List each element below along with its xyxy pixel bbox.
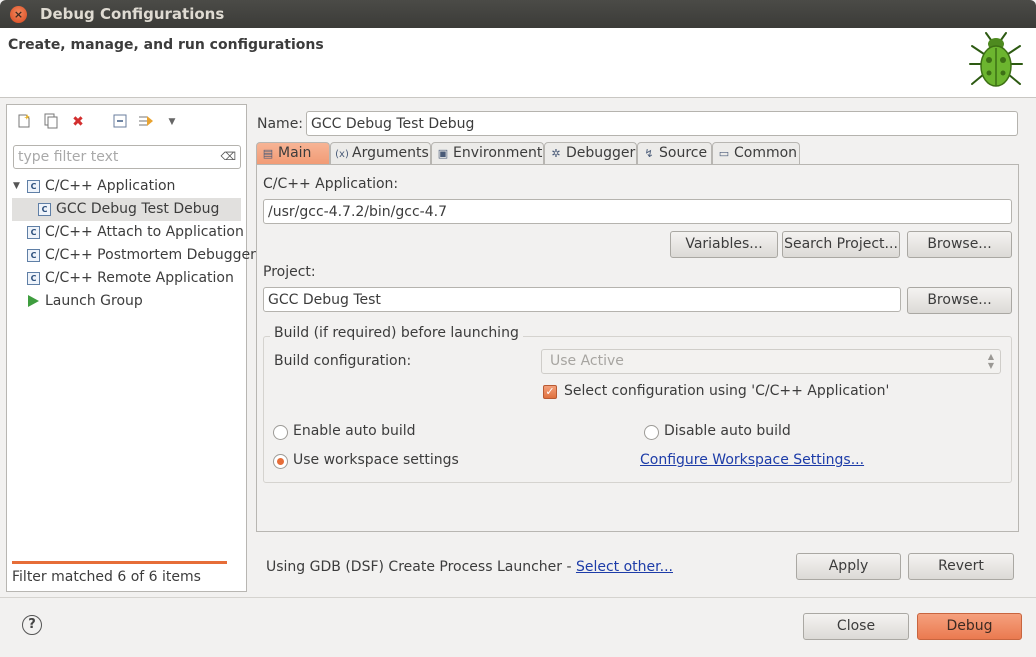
variables-button[interactable]: Variables...: [670, 231, 778, 258]
search-project-button[interactable]: Search Project...: [782, 231, 900, 258]
debugger-tab-icon: ✲: [551, 147, 561, 160]
arguments-tab-icon: (x): [335, 149, 349, 160]
filter-input[interactable]: [14, 146, 214, 168]
browse-project-button[interactable]: Browse...: [907, 287, 1012, 314]
build-options-group: Build (if required) before launching Bui…: [263, 325, 1012, 483]
tab-label: Arguments: [352, 145, 429, 161]
enable-auto-build-radio[interactable]: [273, 425, 288, 440]
tree-item-attach-to-application[interactable]: C C/C++ Attach to Application: [7, 221, 246, 244]
tab-label: Common: [734, 145, 798, 161]
apply-button[interactable]: Apply: [796, 553, 901, 580]
configuration-tree: ▼ C C/C++ Application C GCC Debug Test D…: [7, 175, 256, 313]
filter-status-bar: [12, 561, 227, 564]
launcher-info: Using GDB (DSF) Create Process Launcher …: [266, 559, 673, 575]
disable-auto-build-label: Disable auto build: [664, 423, 791, 439]
c-file-icon: C: [27, 226, 40, 239]
debug-bug-icon: [969, 32, 1023, 87]
tab-label: Debugger: [566, 145, 636, 161]
select-other-launcher-link[interactable]: Select other...: [576, 559, 673, 575]
tree-item-label: GCC Debug Test Debug: [56, 201, 220, 217]
project-label: Project:: [263, 264, 316, 280]
duplicate-configuration-icon[interactable]: [42, 113, 60, 131]
tab-label: Main: [278, 145, 312, 161]
tab-main[interactable]: ▤ Main: [256, 142, 330, 165]
select-configuration-checkbox[interactable]: ✓: [543, 385, 557, 399]
dialog-header: Create, manage, and run configurations: [0, 28, 1036, 98]
main-tab-icon: ▤: [262, 147, 274, 160]
tab-label: Source: [659, 145, 708, 161]
use-workspace-settings-radio[interactable]: [273, 454, 288, 469]
expand-arrow-icon[interactable]: ▼: [13, 175, 20, 198]
common-tab-icon: ▭: [718, 147, 730, 160]
tab-common[interactable]: ▭ Common: [712, 142, 800, 164]
tree-item-launch-group[interactable]: Launch Group: [7, 290, 246, 313]
debug-button[interactable]: Debug: [917, 613, 1022, 640]
c-file-icon: C: [27, 272, 40, 285]
tab-label: Environment: [453, 145, 543, 161]
filter-box: ⌫: [13, 145, 241, 169]
name-label: Name:: [257, 116, 304, 132]
tree-item-cpp-application[interactable]: ▼ C C/C++ Application: [7, 175, 246, 198]
project-input[interactable]: [263, 287, 901, 312]
configuration-tree-panel: ✖ ▼ ⌫ ▼ C C/C++ Application C GCC Debug …: [6, 104, 256, 592]
tab-environment[interactable]: ▣ Environment: [431, 142, 544, 164]
select-configuration-label: Select configuration using 'C/C++ Applic…: [564, 383, 890, 399]
enable-auto-build-label: Enable auto build: [293, 423, 416, 439]
tab-source[interactable]: ↯ Source: [637, 142, 712, 164]
filter-status: Filter matched 6 of 6 items: [12, 561, 227, 591]
clear-filter-icon[interactable]: ⌫: [220, 150, 236, 163]
name-input[interactable]: [306, 111, 1018, 136]
tree-item-label: C/C++ Attach to Application: [45, 224, 244, 240]
tree-item-label: C/C++ Remote Application: [45, 270, 234, 286]
tree-item-label: Launch Group: [45, 293, 143, 309]
revert-button[interactable]: Revert: [908, 553, 1014, 580]
spinner-arrows-icon: ▲ ▼: [987, 352, 994, 370]
application-label: C/C++ Application:: [263, 176, 399, 192]
close-button[interactable]: Close: [803, 613, 909, 640]
build-configuration-select[interactable]: Use Active ▲ ▼: [541, 349, 1001, 374]
filter-configurations-icon[interactable]: [137, 113, 155, 131]
window-close-button[interactable]: ×: [10, 6, 27, 23]
filter-status-text: Filter matched 6 of 6 items: [12, 569, 201, 585]
tree-item-postmortem-debugger[interactable]: C C/C++ Postmortem Debugger: [7, 244, 256, 267]
dialog-heading: Create, manage, and run configurations: [8, 37, 324, 53]
window-title: Debug Configurations: [40, 5, 225, 23]
collapse-all-icon[interactable]: [111, 113, 129, 131]
launcher-text: Using GDB (DSF) Create Process Launcher …: [266, 559, 576, 575]
tree-toolbar: ✖ ▼: [7, 105, 246, 139]
tree-item-remote-application[interactable]: C C/C++ Remote Application: [7, 267, 246, 290]
use-workspace-settings-label: Use workspace settings: [293, 452, 459, 468]
new-configuration-icon[interactable]: [15, 113, 33, 131]
footer-separator: [0, 597, 1036, 598]
tree-item-label: C/C++ Postmortem Debugger: [45, 247, 256, 263]
build-configuration-label: Build configuration:: [274, 353, 412, 369]
configure-workspace-settings-link[interactable]: Configure Workspace Settings...: [640, 452, 864, 468]
browse-application-button[interactable]: Browse...: [907, 231, 1012, 258]
play-icon: [28, 295, 39, 307]
filter-menu-chevron-down-icon[interactable]: ▼: [163, 113, 181, 131]
c-file-icon: C: [27, 180, 40, 193]
application-path-input[interactable]: [263, 199, 1012, 224]
tab-arguments[interactable]: (x) Arguments: [330, 142, 431, 164]
source-tab-icon: ↯: [644, 147, 654, 160]
tree-item-label: C/C++ Application: [45, 178, 176, 194]
c-file-icon: C: [27, 249, 40, 262]
c-file-icon: C: [38, 203, 51, 216]
tab-debugger[interactable]: ✲ Debugger: [544, 142, 637, 164]
title-bar: × Debug Configurations: [0, 0, 1036, 28]
disable-auto-build-radio[interactable]: [644, 425, 659, 440]
tree-item-gcc-debug-test-debug[interactable]: C GCC Debug Test Debug: [12, 198, 241, 221]
environment-tab-icon: ▣: [437, 147, 449, 160]
delete-configuration-icon[interactable]: ✖: [69, 113, 87, 131]
help-icon[interactable]: ?: [22, 615, 42, 635]
main-tab-panel: C/C++ Application: Variables... Search P…: [256, 164, 1019, 532]
build-group-title: Build (if required) before launching: [270, 325, 523, 341]
build-configuration-value: Use Active: [550, 353, 624, 369]
